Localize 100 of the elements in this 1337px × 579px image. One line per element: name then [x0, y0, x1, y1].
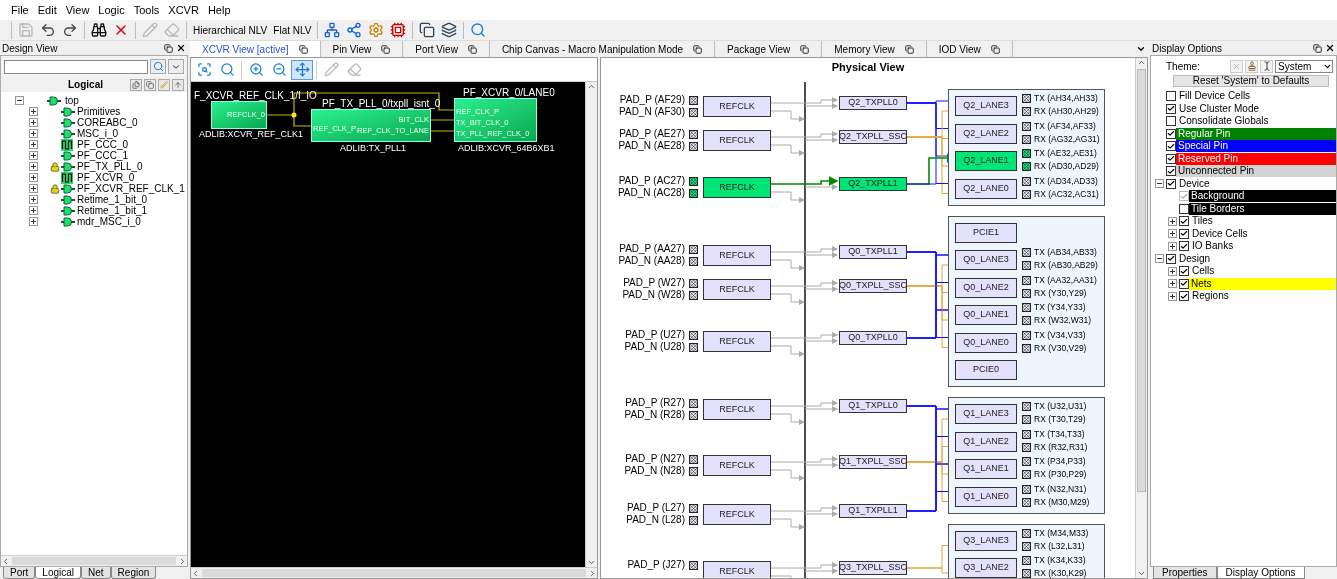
header-tool-button[interactable] — [144, 78, 156, 91]
checkbox[interactable] — [1166, 178, 1176, 189]
checkbox[interactable] — [1179, 216, 1189, 227]
expand-toggle[interactable] — [1168, 291, 1177, 301]
tree-item[interactable]: Primitives — [77, 106, 121, 117]
lane-block[interactable]: Q0_LANE0 — [955, 332, 1017, 353]
expand-toggle[interactable] — [29, 217, 38, 226]
refclk-block[interactable]: REFCLK — [703, 245, 771, 266]
panel-tab[interactable]: Net — [81, 567, 111, 579]
checkbox[interactable] — [1166, 253, 1176, 264]
restore-icon[interactable] — [164, 43, 173, 53]
pll-block[interactable]: Q1_TXPLL0 — [839, 399, 907, 413]
pll-block[interactable]: Q2_TXPLL1 — [839, 177, 907, 191]
refclk-block[interactable]: REFCLK — [703, 561, 771, 578]
lane-block[interactable]: Q1_LANE2 — [955, 431, 1017, 452]
refclk-block[interactable]: REFCLK — [703, 279, 771, 300]
scroll-down-icon[interactable] — [1137, 569, 1146, 578]
tree-item[interactable]: Retime_1_bit_0 — [77, 194, 148, 205]
scroll-down-icon[interactable] — [587, 558, 596, 567]
pll-block[interactable]: Q0_TXPLL0 — [839, 331, 907, 345]
checkbox[interactable] — [1166, 128, 1176, 139]
refclk-block[interactable]: REFCLK — [703, 455, 771, 476]
refclk-block[interactable]: REFCLK — [703, 504, 771, 525]
tree-item[interactable]: PF_XCVR_0 — [77, 172, 135, 183]
tree-item[interactable]: Retime_1_bit_1 — [77, 205, 148, 216]
restore-icon[interactable] — [381, 44, 391, 54]
expand-toggle[interactable] — [1168, 216, 1177, 226]
lane-block[interactable]: Q3_LANE3 — [955, 530, 1017, 551]
pll-block[interactable]: Q2_TXPLL0 — [839, 96, 907, 110]
lane-block[interactable]: Q2_LANE1 — [955, 151, 1017, 171]
restore-icon[interactable] — [467, 44, 477, 54]
lane-block[interactable]: Q2_LANE0 — [955, 178, 1017, 199]
menu-item[interactable]: Logic — [98, 1, 125, 19]
menu-item[interactable]: Edit — [37, 1, 57, 19]
scroll-left-icon[interactable] — [191, 568, 200, 578]
menu-item[interactable]: View — [65, 1, 90, 19]
search-field[interactable] — [4, 59, 148, 74]
checkbox[interactable] — [1179, 241, 1189, 252]
checkbox[interactable] — [1179, 203, 1189, 214]
restore-icon[interactable] — [298, 44, 308, 54]
pcie-block[interactable]: PCIE1 — [955, 222, 1017, 243]
restore-icon[interactable] — [904, 44, 914, 54]
toolbar-text-button[interactable]: Flat NLV — [270, 21, 315, 39]
pcie-block[interactable]: PCIE0 — [955, 360, 1017, 380]
vertical-scrollbar[interactable] — [585, 82, 597, 567]
expand-toggle[interactable] — [29, 107, 38, 116]
toolbar-text-button[interactable]: Hierarchical NLV — [190, 21, 271, 39]
tree-item[interactable]: COREABC_0 — [77, 117, 138, 128]
rename-button[interactable] — [1260, 59, 1273, 73]
expand-toggle[interactable] — [29, 184, 38, 193]
close-icon[interactable] — [1325, 43, 1335, 53]
expand-toggle[interactable] — [1168, 279, 1177, 289]
pll-block[interactable]: Q0_TXPLL1 — [839, 245, 907, 259]
expand-toggle[interactable] — [29, 206, 38, 215]
checkbox[interactable] — [1179, 291, 1189, 302]
panel-tab[interactable]: Display Options — [1216, 567, 1305, 579]
lane-block[interactable]: Q2_LANE2 — [955, 123, 1017, 144]
expand-toggle[interactable] — [1155, 254, 1164, 264]
reset-button[interactable]: Reset 'System' to Defaults — [1173, 75, 1329, 87]
expand-toggle[interactable] — [29, 151, 38, 160]
tree-item[interactable]: PF_TX_PLL_0 — [77, 161, 143, 172]
refclk-block[interactable]: REFCLK — [703, 96, 771, 117]
checkbox[interactable] — [1179, 228, 1189, 239]
close-icon[interactable] — [176, 43, 186, 53]
scroll-right-icon[interactable] — [588, 568, 597, 578]
refclk-block[interactable]: REFCLK — [703, 130, 771, 151]
refclk-block[interactable]: REFCLK — [703, 331, 771, 352]
checkbox[interactable] — [1166, 116, 1176, 127]
checkbox[interactable] — [1166, 166, 1176, 177]
restore-icon[interactable] — [800, 44, 810, 54]
expand-toggle[interactable] — [29, 118, 38, 127]
header-tool-button[interactable] — [130, 78, 142, 91]
panel-tab[interactable]: Port — [3, 567, 36, 579]
tree-item[interactable]: PF_CCC_0 — [77, 139, 129, 150]
stamp-button[interactable] — [1245, 59, 1258, 73]
scroll-right-icon[interactable] — [178, 556, 187, 566]
menu-item[interactable]: Tools — [133, 1, 160, 19]
restore-icon[interactable] — [693, 44, 703, 54]
expand-toggle[interactable] — [1168, 229, 1177, 239]
vertical-scrollbar[interactable] — [1135, 58, 1147, 578]
fit-button[interactable] — [291, 59, 313, 80]
expand-toggle[interactable] — [29, 140, 38, 149]
tree-item[interactable]: top — [65, 95, 79, 106]
lane-block[interactable]: Q0_LANE3 — [955, 250, 1017, 270]
horizontal-scrollbar[interactable] — [1, 555, 187, 566]
lane-block[interactable]: Q3_LANE2 — [955, 558, 1017, 578]
menu-item[interactable]: XCVR — [168, 1, 199, 19]
menu-item[interactable]: Help — [207, 1, 231, 19]
expand-toggle[interactable] — [15, 96, 24, 105]
refclk-block[interactable]: REFCLK — [703, 399, 771, 420]
refclk-block[interactable]: REFCLK — [703, 177, 771, 198]
tree-item[interactable]: PF_XCVR_REF_CLK_1 — [77, 183, 185, 194]
tree-item[interactable]: mdr_MSC_i_0 — [77, 216, 141, 227]
lane-block[interactable]: Q0_LANE1 — [955, 305, 1017, 325]
panel-tab[interactable]: Properties — [1153, 567, 1217, 579]
expand-toggle[interactable] — [29, 129, 38, 138]
checkbox[interactable] — [1166, 141, 1176, 152]
lane-block[interactable]: Q2_LANE3 — [955, 96, 1017, 116]
theme-dropdown[interactable]: System — [1275, 59, 1333, 73]
tree-item[interactable]: PF_CCC_1 — [77, 150, 129, 161]
